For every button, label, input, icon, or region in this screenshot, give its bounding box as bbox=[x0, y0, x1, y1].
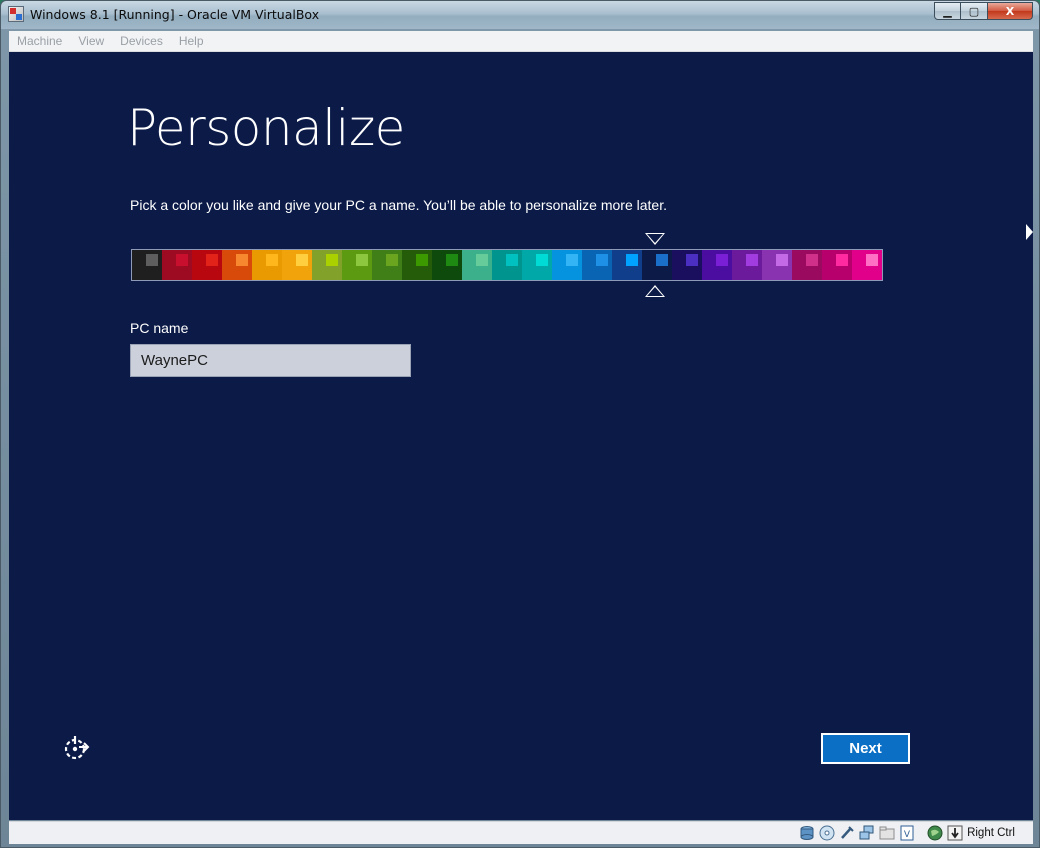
color-swatch[interactable] bbox=[162, 250, 192, 280]
usb-icon[interactable] bbox=[839, 825, 855, 841]
color-swatch[interactable] bbox=[612, 250, 642, 280]
color-swatch[interactable] bbox=[792, 250, 822, 280]
svg-text:V: V bbox=[904, 830, 911, 840]
close-button[interactable]: X bbox=[988, 2, 1033, 20]
swatch-accent bbox=[146, 254, 158, 266]
host-key-label: Right Ctrl bbox=[967, 827, 1015, 839]
swatch-accent bbox=[716, 254, 728, 266]
swatch-accent bbox=[266, 254, 278, 266]
network-icon[interactable] bbox=[859, 825, 875, 841]
color-swatch[interactable] bbox=[312, 250, 342, 280]
color-swatch[interactable] bbox=[372, 250, 402, 280]
swatch-accent bbox=[746, 254, 758, 266]
maximize-button[interactable]: ▢ bbox=[961, 2, 988, 20]
swatch-accent bbox=[836, 254, 848, 266]
color-swatch[interactable] bbox=[642, 250, 672, 280]
color-swatch[interactable] bbox=[702, 250, 732, 280]
globe-icon[interactable] bbox=[927, 825, 943, 841]
color-swatch[interactable] bbox=[852, 250, 882, 280]
minimize-icon: ▁ bbox=[943, 4, 952, 18]
color-swatch[interactable] bbox=[672, 250, 702, 280]
swatch-accent bbox=[236, 254, 248, 266]
color-swatch[interactable] bbox=[552, 250, 582, 280]
swatch-accent bbox=[326, 254, 338, 266]
ease-of-access-icon[interactable] bbox=[62, 734, 90, 762]
swatch-accent bbox=[296, 254, 308, 266]
color-swatch[interactable] bbox=[432, 250, 462, 280]
color-swatch[interactable] bbox=[402, 250, 432, 280]
swatch-accent bbox=[776, 254, 788, 266]
hard-disk-icon[interactable] bbox=[799, 825, 815, 841]
selection-marker-bottom bbox=[645, 285, 665, 297]
mouse-cursor-icon bbox=[1026, 224, 1033, 240]
color-swatch[interactable] bbox=[582, 250, 612, 280]
swatch-accent bbox=[446, 254, 458, 266]
virtualbox-window: Windows 8.1 [Running] - Oracle VM Virtua… bbox=[0, 0, 1040, 848]
swatch-accent bbox=[566, 254, 578, 266]
color-swatch[interactable] bbox=[252, 250, 282, 280]
maximize-icon: ▢ bbox=[968, 4, 980, 18]
color-swatch[interactable] bbox=[132, 250, 162, 280]
color-swatch[interactable] bbox=[822, 250, 852, 280]
color-swatch[interactable] bbox=[732, 250, 762, 280]
swatch-accent bbox=[656, 254, 668, 266]
menu-devices[interactable]: Devices bbox=[112, 34, 171, 48]
color-swatch[interactable] bbox=[282, 250, 312, 280]
title-bar[interactable]: Windows 8.1 [Running] - Oracle VM Virtua… bbox=[1, 1, 1039, 29]
window-controls: ▁ ▢ X bbox=[934, 2, 1033, 20]
swatch-accent bbox=[476, 254, 488, 266]
next-button[interactable]: Next bbox=[821, 733, 910, 764]
swatch-accent bbox=[416, 254, 428, 266]
pc-name-label: PC name bbox=[130, 320, 189, 336]
swatch-accent bbox=[686, 254, 698, 266]
swatch-accent bbox=[386, 254, 398, 266]
page-title: Personalize bbox=[127, 99, 405, 157]
display-icon[interactable]: V bbox=[899, 825, 915, 841]
menu-help[interactable]: Help bbox=[171, 34, 212, 48]
swatch-accent bbox=[806, 254, 818, 266]
optical-drive-icon[interactable] bbox=[819, 825, 835, 841]
color-swatch[interactable] bbox=[762, 250, 792, 280]
swatch-accent bbox=[176, 254, 188, 266]
menu-bar: Machine View Devices Help bbox=[9, 31, 1033, 52]
color-swatch[interactable] bbox=[222, 250, 252, 280]
color-swatch[interactable] bbox=[522, 250, 552, 280]
mouse-integration-icon[interactable] bbox=[947, 825, 963, 841]
color-swatch[interactable] bbox=[492, 250, 522, 280]
color-palette bbox=[131, 249, 883, 281]
instructions-text: Pick a color you like and give your PC a… bbox=[130, 197, 667, 213]
swatch-accent bbox=[626, 254, 638, 266]
shared-folder-icon[interactable] bbox=[879, 825, 895, 841]
close-icon: X bbox=[1005, 4, 1015, 18]
swatch-accent bbox=[356, 254, 368, 266]
virtualbox-app-icon[interactable] bbox=[8, 6, 24, 22]
color-swatch[interactable] bbox=[342, 250, 372, 280]
swatch-accent bbox=[506, 254, 518, 266]
swatch-accent bbox=[536, 254, 548, 266]
minimize-button[interactable]: ▁ bbox=[934, 2, 961, 20]
menu-machine[interactable]: Machine bbox=[9, 34, 70, 48]
guest-screen[interactable]: Personalize Pick a color you like and gi… bbox=[9, 52, 1033, 820]
swatch-accent bbox=[206, 254, 218, 266]
swatch-accent bbox=[866, 254, 878, 266]
window-title: Windows 8.1 [Running] - Oracle VM Virtua… bbox=[30, 7, 320, 22]
status-bar: V Right Ctrl bbox=[9, 821, 1033, 844]
swatch-accent bbox=[596, 254, 608, 266]
menu-view[interactable]: View bbox=[70, 34, 112, 48]
pc-name-input[interactable] bbox=[130, 344, 411, 377]
selection-marker-top bbox=[645, 233, 665, 245]
color-swatch[interactable] bbox=[192, 250, 222, 280]
color-swatch[interactable] bbox=[462, 250, 492, 280]
